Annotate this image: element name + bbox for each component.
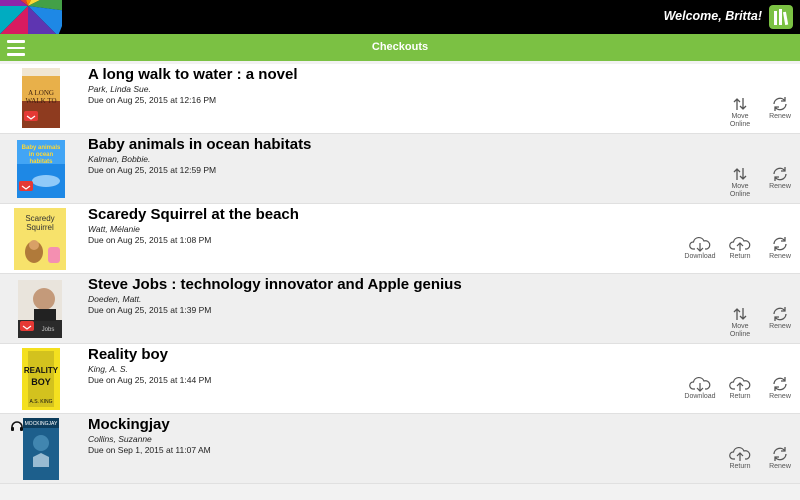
renew-icon <box>773 237 787 251</box>
book-title[interactable]: Baby animals in ocean habitats <box>88 136 311 153</box>
return-button[interactable]: Return <box>720 376 760 412</box>
book-cover[interactable]: REALITY BOY A.S. KING <box>14 347 66 411</box>
move-online-button[interactable]: Move Online <box>720 96 760 132</box>
book-title[interactable]: Steve Jobs : technology innovator and Ap… <box>88 276 462 293</box>
item-actions: Move Online Renew <box>720 306 800 342</box>
svg-text:Jobs: Jobs <box>42 327 55 333</box>
renew-icon <box>773 167 787 181</box>
move-online-button[interactable]: Move Online <box>720 166 760 202</box>
book-title[interactable]: Scaredy Squirrel at the beach <box>88 206 299 223</box>
download-button[interactable]: Download <box>680 236 720 272</box>
renew-button[interactable]: Renew <box>760 166 800 202</box>
download-label: Download <box>684 393 716 400</box>
svg-text:in ocean: in ocean <box>29 152 54 158</box>
book-title[interactable]: A long walk to water : a novel <box>88 66 297 83</box>
page-title: Checkouts <box>371 41 429 53</box>
return-label: Return <box>729 393 751 400</box>
move-online-label: Move Online <box>729 113 751 128</box>
book-author: King, A. S. <box>88 364 128 374</box>
return-button[interactable]: Return <box>720 446 760 482</box>
return-label: Return <box>729 253 751 260</box>
move-online-icon <box>733 308 747 320</box>
renew-button[interactable]: Renew <box>760 446 800 482</box>
book-title[interactable]: Reality boy <box>88 346 168 363</box>
renew-label: Renew <box>769 253 791 260</box>
top-bar: Welcome, Britta! <box>0 0 800 34</box>
cloud-download-icon <box>689 376 711 392</box>
item-actions: Move Online Renew <box>720 96 800 132</box>
cloud-return-icon <box>729 376 751 391</box>
book-cover[interactable]: A LONG WALK TO <box>14 67 66 131</box>
book-author: Doeden, Matt. <box>88 294 142 304</box>
book-author: Park, Linda Sue. <box>88 84 151 94</box>
checkout-item[interactable]: Baby animals in ocean habitats Baby anim… <box>0 134 800 204</box>
book-author: Collins, Suzanne <box>88 434 152 444</box>
checkout-list: A LONG WALK TO A long walk to water : a … <box>0 64 800 484</box>
move-online-button[interactable]: Move Online <box>720 306 760 342</box>
download-button[interactable]: Download <box>680 376 720 412</box>
due-date: Due on Aug 25, 2015 at 12:16 PM <box>88 95 217 105</box>
renew-label: Renew <box>769 113 791 120</box>
svg-text:REALITY: REALITY <box>24 366 59 375</box>
book-cover[interactable]: MOCKINGJAY <box>14 417 66 481</box>
renew-label: Renew <box>769 463 791 470</box>
book-cover[interactable]: Scaredy Squirrel <box>14 207 66 271</box>
return-label: Return <box>729 463 751 470</box>
book-cover[interactable]: Jobs <box>14 277 66 341</box>
renew-icon <box>773 97 787 111</box>
title-bar: Checkouts <box>0 34 800 61</box>
app-logo <box>0 0 62 34</box>
book-title[interactable]: Mockingjay <box>88 416 170 433</box>
item-actions: Download Return Renew <box>680 376 800 412</box>
item-actions: Move Online Renew <box>720 166 800 202</box>
due-date: Due on Aug 25, 2015 at 12:59 PM <box>88 165 217 175</box>
svg-text:WALK TO: WALK TO <box>25 97 56 105</box>
cloud-return-icon <box>729 236 751 251</box>
checkout-item[interactable]: Scaredy Squirrel Scaredy Squirrel at the… <box>0 204 800 274</box>
checkout-item[interactable]: Jobs Steve Jobs : technology innovator a… <box>0 274 800 344</box>
renew-icon <box>773 377 787 391</box>
move-online-icon <box>733 98 747 110</box>
welcome-message: Welcome, Britta! <box>663 9 762 23</box>
move-online-icon <box>733 168 747 180</box>
svg-text:MOCKINGJAY: MOCKINGJAY <box>25 421 58 427</box>
renew-button[interactable]: Renew <box>760 306 800 342</box>
cloud-return-icon <box>729 446 751 461</box>
renew-icon <box>773 447 787 461</box>
cloud-download-icon <box>689 236 711 252</box>
due-date: Due on Aug 25, 2015 at 1:44 PM <box>88 375 212 385</box>
renew-button[interactable]: Renew <box>760 236 800 272</box>
book-author: Kalman, Bobbie. <box>88 154 151 164</box>
renew-icon <box>773 307 787 321</box>
download-label: Download <box>684 253 716 260</box>
book-author: Watt, Mélanie <box>88 224 140 234</box>
svg-text:Scaredy: Scaredy <box>25 214 54 223</box>
renew-label: Renew <box>769 393 791 400</box>
books-icon[interactable] <box>768 4 794 30</box>
item-actions: Download Return Renew <box>680 236 800 272</box>
checkout-item[interactable]: REALITY BOY A.S. KING Reality boy King, … <box>0 344 800 414</box>
move-online-label: Move Online <box>729 183 751 198</box>
svg-text:Baby animals: Baby animals <box>22 145 61 151</box>
renew-button[interactable]: Renew <box>760 376 800 412</box>
checkout-item[interactable]: MOCKINGJAY Mockingjay Collins, Suzanne D… <box>0 414 800 484</box>
svg-text:Squirrel: Squirrel <box>26 223 54 232</box>
svg-text:BOY: BOY <box>31 377 51 387</box>
svg-text:habitats: habitats <box>29 159 53 165</box>
svg-text:A.S. KING: A.S. KING <box>29 399 52 405</box>
move-online-label: Move Online <box>729 323 751 338</box>
return-button[interactable]: Return <box>720 236 760 272</box>
due-date: Due on Sep 1, 2015 at 11:07 AM <box>88 445 211 455</box>
svg-text:A LONG: A LONG <box>28 89 54 97</box>
renew-label: Renew <box>769 183 791 190</box>
checkout-item[interactable]: A LONG WALK TO A long walk to water : a … <box>0 64 800 134</box>
book-cover[interactable]: Baby animals in ocean habitats <box>14 137 66 201</box>
renew-label: Renew <box>769 323 791 330</box>
due-date: Due on Aug 25, 2015 at 1:39 PM <box>88 305 212 315</box>
renew-button[interactable]: Renew <box>760 96 800 132</box>
item-actions: Return Renew <box>720 446 800 482</box>
due-date: Due on Aug 25, 2015 at 1:08 PM <box>88 235 212 245</box>
